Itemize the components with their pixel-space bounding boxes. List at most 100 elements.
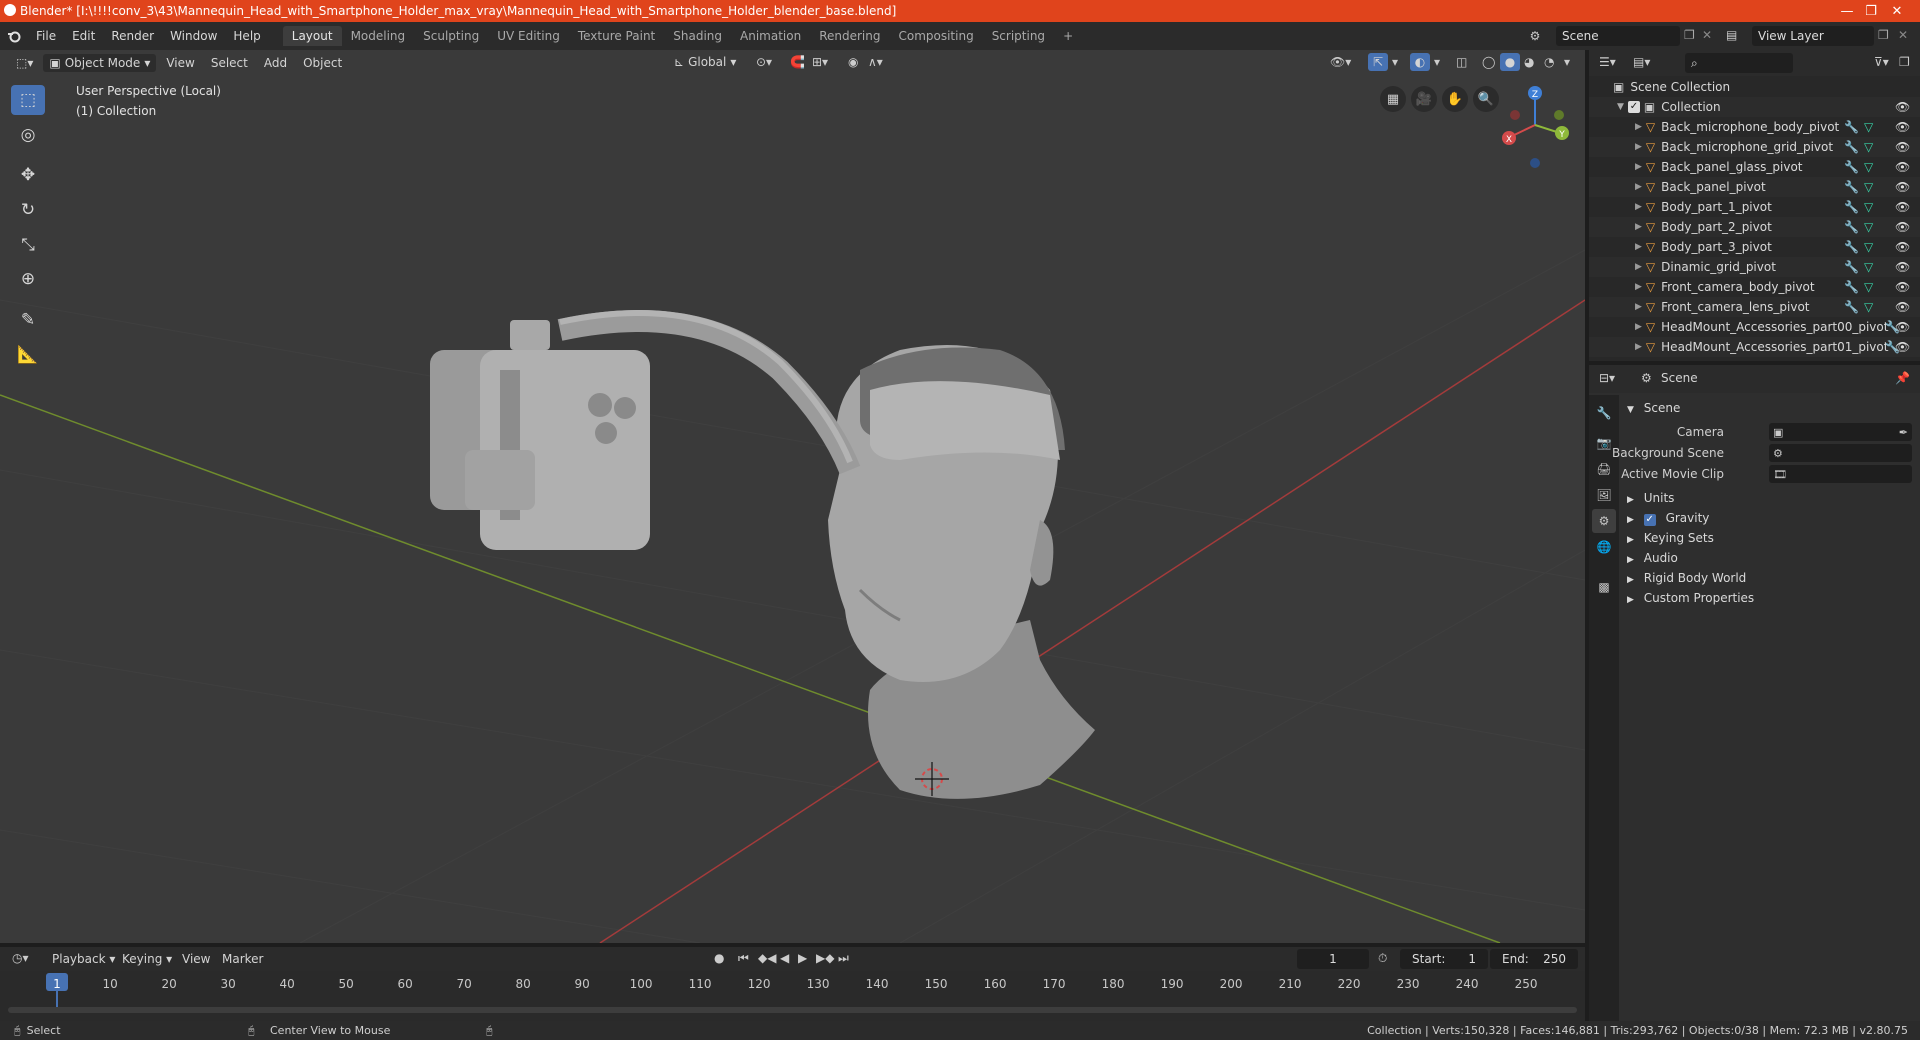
tab-rendering[interactable]: Rendering	[810, 26, 889, 46]
blender-menu-icon[interactable]	[0, 29, 28, 43]
eye-icon[interactable]: 👁	[1895, 120, 1910, 134]
outliner-item[interactable]: ▶ ▽ Body_part_2_pivot 🔧 ▽ 👁	[1589, 217, 1920, 237]
chevron-down-icon[interactable]: ▾	[1392, 55, 1398, 69]
view-layer-tab-icon[interactable]: 🖼	[1592, 483, 1616, 507]
mesh-data-icon[interactable]: ▽	[1864, 180, 1873, 194]
menu-window[interactable]: Window	[162, 29, 225, 43]
scene-section-header[interactable]: ▼ Scene	[1627, 401, 1680, 415]
eye-icon[interactable]: 👁	[1895, 140, 1910, 154]
wireframe-shading-icon[interactable]: ◯	[1482, 55, 1495, 69]
tab-compositing[interactable]: Compositing	[889, 26, 982, 46]
eye-icon[interactable]: 👁	[1895, 100, 1910, 114]
tool-tab-icon[interactable]: 🔧	[1592, 401, 1616, 425]
modifier-wrench-icon[interactable]: 🔧	[1844, 300, 1859, 314]
expand-arrow-icon[interactable]: ▶	[1635, 302, 1642, 312]
mesh-data-icon[interactable]: ▽	[1864, 280, 1873, 294]
outliner-item[interactable]: ▶ ▽ Front_camera_body_pivot 🔧 ▽ 👁	[1589, 277, 1920, 297]
outliner-collection-row[interactable]: ▼ ✓ ▣ Collection 👁	[1589, 97, 1920, 117]
modifier-wrench-icon[interactable]: 🔧	[1844, 160, 1859, 174]
output-tab-icon[interactable]: 🖨	[1592, 457, 1616, 481]
view-layer-icon[interactable]: ▤	[1726, 28, 1737, 42]
outliner-item[interactable]: ▶ ▽ Dinamic_grid_pivot 🔧 ▽ 👁	[1589, 257, 1920, 277]
outliner-item[interactable]: ▶ ▽ Body_part_1_pivot 🔧 ▽ 👁	[1589, 197, 1920, 217]
audio-section[interactable]: ▶ Audio	[1627, 551, 1678, 565]
3d-viewport[interactable]: User Perspective (Local) (1) Collection …	[0, 50, 1585, 943]
outliner-item[interactable]: ▶ ▽ Back_microphone_body_pivot 🔧 ▽ 👁	[1589, 117, 1920, 137]
expand-arrow-icon[interactable]: ▶	[1635, 342, 1642, 352]
menu-view[interactable]: View	[160, 54, 200, 72]
modifier-wrench-icon[interactable]: 🔧	[1844, 240, 1859, 254]
menu-edit[interactable]: Edit	[64, 29, 103, 43]
eye-icon[interactable]: 👁	[1895, 260, 1910, 274]
move-tool[interactable]: ✥	[11, 160, 45, 190]
mesh-data-icon[interactable]: ▽	[1864, 120, 1873, 134]
gizmo-toggle-icon[interactable]: ⇱	[1368, 53, 1388, 71]
editor-type-button[interactable]: ⬚▾	[10, 54, 39, 72]
mesh-data-icon[interactable]: ▽	[1864, 220, 1873, 234]
modifier-wrench-icon[interactable]: 🔧	[1844, 200, 1859, 214]
camera-icon[interactable]: 🎥	[1411, 86, 1437, 112]
select-box-tool[interactable]: ⬚	[11, 85, 45, 115]
pan-hand-icon[interactable]: ✋	[1442, 86, 1468, 112]
close-button[interactable]: ✕	[1874, 0, 1920, 22]
eye-icon[interactable]: 👁	[1895, 320, 1910, 334]
eye-icon[interactable]: 👁	[1895, 340, 1910, 354]
mesh-data-icon[interactable]: ▽	[1864, 160, 1873, 174]
mode-selector[interactable]: ▣ Object Mode ▾	[43, 54, 157, 72]
outliner-search-input[interactable]: ⌕	[1685, 53, 1793, 73]
pivot-point-icon[interactable]: ⊙▾	[756, 55, 772, 69]
expand-arrow-icon[interactable]: ▶	[1635, 322, 1642, 332]
expand-arrow-icon[interactable]: ▶	[1635, 222, 1642, 232]
snap-icon[interactable]: 🧲	[790, 55, 805, 69]
navigation-gizmo[interactable]: Z X Y	[1495, 85, 1575, 175]
background-scene-field[interactable]: ⚙	[1769, 444, 1912, 462]
collection-checkbox[interactable]: ✓	[1627, 101, 1640, 113]
falloff-icon[interactable]: ∧▾	[868, 55, 883, 69]
gravity-checkbox[interactable]: ✓	[1643, 514, 1656, 526]
outliner-item[interactable]: ▶ ▽ HeadMount_Accessories_part00_pivot 🔧 👁	[1589, 317, 1920, 337]
tab-layout[interactable]: Layout	[282, 26, 342, 46]
gravity-section[interactable]: ▶ ✓ Gravity	[1627, 511, 1709, 526]
tab-sculpting[interactable]: Sculpting	[414, 26, 488, 46]
menu-object[interactable]: Object	[297, 54, 348, 72]
modifier-wrench-icon[interactable]: 🔧	[1844, 140, 1859, 154]
expand-arrow-icon[interactable]: ▶	[1635, 122, 1642, 132]
visibility-icon[interactable]: 👁▾	[1330, 55, 1351, 69]
remove-scene-icon[interactable]: ✕	[1702, 28, 1712, 42]
chevron-down-icon[interactable]: ▾	[1564, 55, 1570, 69]
eye-icon[interactable]: 👁	[1895, 300, 1910, 314]
expand-arrow-icon[interactable]: ▶	[1635, 182, 1642, 192]
material-shading-icon[interactable]: ◕	[1524, 55, 1534, 69]
proportional-editing-icon[interactable]: ◉	[848, 55, 858, 69]
expand-arrow-icon[interactable]: ▼	[1617, 102, 1624, 112]
properties-editor-icon[interactable]: ⊟▾	[1599, 371, 1615, 385]
tab-animation[interactable]: Animation	[731, 26, 810, 46]
eye-icon[interactable]: 👁	[1895, 200, 1910, 214]
scene-selector-icon[interactable]: ⚙	[1524, 26, 1546, 46]
keying-sets-section[interactable]: ▶ Keying Sets	[1627, 531, 1714, 545]
expand-arrow-icon[interactable]: ▶	[1635, 142, 1642, 152]
outliner-item[interactable]: ▶ ▽ Back_microphone_grid_pivot 🔧 ▽ 👁	[1589, 137, 1920, 157]
new-view-layer-icon[interactable]: ❐	[1878, 28, 1889, 42]
new-collection-icon[interactable]: ❐	[1899, 55, 1910, 69]
eye-icon[interactable]: 👁	[1895, 280, 1910, 294]
pin-icon[interactable]: 📌	[1895, 371, 1910, 385]
outliner-item[interactable]: ▶ ▽ HeadMount_Accessories_part01_pivot 🔧 👁	[1589, 337, 1920, 357]
timeline-scrollbar[interactable]	[8, 1007, 1577, 1013]
expand-arrow-icon[interactable]: ▶	[1635, 202, 1642, 212]
remove-view-layer-icon[interactable]: ✕	[1898, 28, 1908, 42]
xray-icon[interactable]: ◫	[1456, 55, 1467, 69]
eye-icon[interactable]: 👁	[1895, 240, 1910, 254]
scale-tool[interactable]: ⤡	[11, 230, 45, 260]
modifier-wrench-icon[interactable]: 🔧	[1844, 120, 1859, 134]
annotate-tool[interactable]: ✎	[11, 305, 45, 335]
custom-properties-section[interactable]: ▶ Custom Properties	[1627, 591, 1754, 605]
outliner-item[interactable]: ▶ ▽ Back_panel_glass_pivot 🔧 ▽ 👁	[1589, 157, 1920, 177]
eye-icon[interactable]: 👁	[1895, 220, 1910, 234]
mesh-data-icon[interactable]: ▽	[1864, 140, 1873, 154]
rendered-shading-icon[interactable]: ◔	[1544, 55, 1554, 69]
modifier-wrench-icon[interactable]: 🔧	[1844, 280, 1859, 294]
menu-add[interactable]: Add	[258, 54, 293, 72]
modifier-wrench-icon[interactable]: 🔧	[1844, 260, 1859, 274]
rigid-body-world-section[interactable]: ▶ Rigid Body World	[1627, 571, 1746, 585]
